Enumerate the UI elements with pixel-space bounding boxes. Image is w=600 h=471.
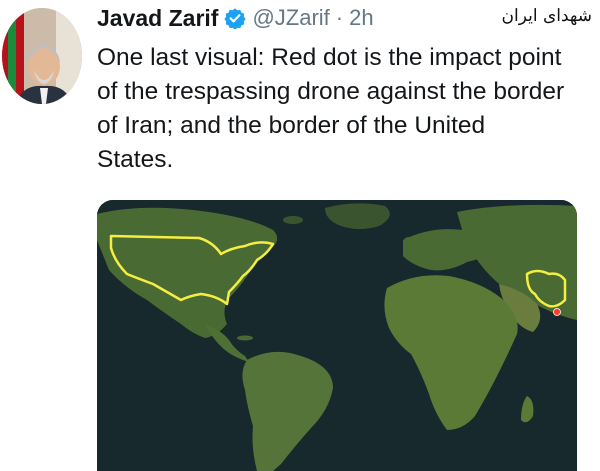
avatar-photo xyxy=(2,8,82,104)
watermark-text: شهدای ایران xyxy=(501,6,592,26)
author-name[interactable]: Javad Zarif xyxy=(97,5,218,32)
impact-red-dot xyxy=(553,308,561,316)
tweet-header: Javad Zarif @JZarif · 2h xyxy=(97,4,374,32)
separator: · xyxy=(335,5,344,30)
tweet-media-map[interactable] xyxy=(97,200,577,471)
verified-badge-icon xyxy=(224,7,247,30)
author-handle[interactable]: @JZarif xyxy=(252,5,329,31)
tweet-text: One last visual: Red dot is the impact p… xyxy=(97,44,565,173)
tweet-timestamp[interactable]: 2h xyxy=(349,5,373,31)
author-avatar[interactable] xyxy=(2,8,82,104)
world-map-image xyxy=(97,200,577,471)
